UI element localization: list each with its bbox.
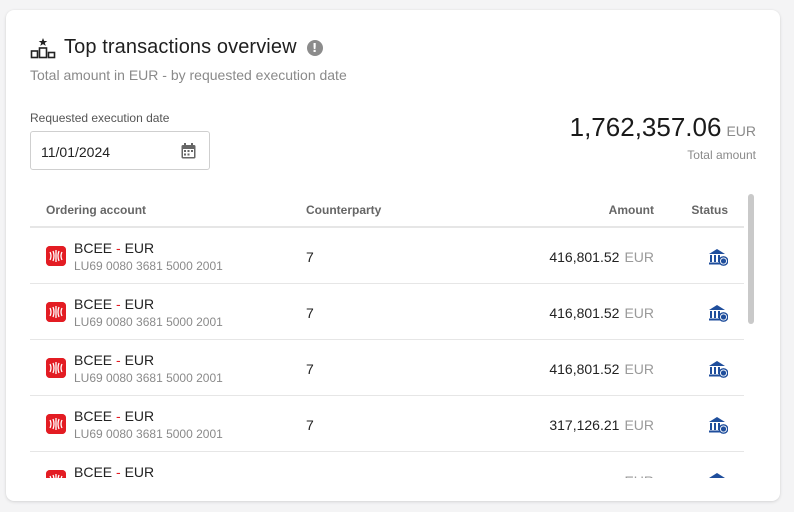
table-row[interactable]: BCEE - EUR LU69 0080 3681 5000 2001 7 416,8… — [30, 228, 744, 284]
podium-icon — [30, 37, 56, 58]
account-name: BCEE - EUR — [74, 464, 154, 478]
account-name: BCEE - EUR — [74, 240, 154, 256]
account-separator: - — [112, 408, 125, 424]
account-name: BCEE - EUR — [74, 352, 154, 368]
counterparty-value: 7 — [306, 417, 314, 433]
account-bank: BCEE — [74, 296, 113, 312]
table-row[interactable]: BCEE - EUR LU69 0080 3681 5000 2001 7 416,8… — [30, 340, 744, 396]
total-amount-label: Total amount — [687, 148, 756, 162]
column-header-status[interactable]: Status — [691, 203, 728, 217]
info-icon[interactable]: ! — [306, 39, 323, 56]
account-iban: LU69 0080 3681 5000 2001 — [74, 315, 223, 329]
account-currency: EUR — [124, 296, 155, 312]
account-iban: LU69 0080 3681 5000 2001 — [74, 371, 223, 385]
amount-value: 416,801.52 EUR — [549, 361, 654, 377]
bank-pending-icon[interactable] — [708, 472, 728, 478]
account-name: BCEE - EUR — [74, 408, 154, 424]
execution-date-value: 11/01/2024 — [41, 144, 111, 160]
counterparty-value: 7 — [306, 305, 314, 321]
amount-value: 416,801.52 EUR — [549, 305, 654, 321]
table-header: Ordering account Counterparty Amount Sta… — [30, 194, 744, 228]
bcee-bank-logo-icon — [46, 414, 66, 434]
total-amount: 1,762,357.06 EUR — [570, 112, 756, 143]
account-iban: LU69 0080 3681 5000 2001 — [74, 427, 223, 441]
calendar-icon[interactable] — [181, 143, 196, 159]
bcee-bank-logo-icon — [46, 246, 66, 266]
bcee-bank-logo-icon — [46, 358, 66, 378]
column-header-counterparty[interactable]: Counterparty — [306, 203, 381, 217]
amount-number: 317,126.21 — [549, 417, 620, 433]
top-transactions-card: Top transactions overview ! Total amount… — [6, 10, 780, 501]
bank-pending-icon[interactable] — [708, 360, 729, 378]
account-bank: BCEE — [74, 240, 113, 256]
amount-currency: EUR — [624, 305, 654, 321]
amount-number: 416,801.52 — [549, 361, 620, 377]
bcee-bank-logo-icon — [46, 302, 66, 322]
account-separator: - — [112, 240, 125, 256]
table-row[interactable]: BCEE - EUR LU69 0080 3681 5000 2001 7 317,1… — [30, 396, 744, 452]
table-scrollbar-thumb[interactable] — [748, 194, 754, 324]
amount-number: 416,801.52 — [549, 305, 620, 321]
bank-pending-icon[interactable] — [708, 416, 729, 434]
execution-date-input[interactable]: 11/01/2024 — [30, 131, 210, 170]
amount-value: 416,801.52 EUR — [549, 249, 654, 265]
table-row[interactable]: BCEE - EUR LU69 0080 3681 5000 2001 7 416,8… — [30, 284, 744, 340]
bank-pending-icon[interactable] — [708, 248, 729, 266]
account-separator: - — [112, 464, 125, 478]
account-currency: EUR — [124, 240, 155, 256]
account-separator: - — [112, 352, 125, 368]
card-title: Top transactions overview — [64, 36, 297, 58]
account-bank: BCEE — [74, 352, 113, 368]
amount-value: 317,126.21 EUR — [549, 417, 654, 433]
counterparty-value: 7 — [306, 361, 314, 377]
bcee-bank-logo-icon — [46, 470, 66, 478]
amount-currency: EUR — [624, 473, 654, 478]
account-bank: BCEE — [74, 408, 113, 424]
card-header: Top transactions overview ! — [30, 36, 323, 59]
account-separator: - — [112, 296, 125, 312]
table-row[interactable]: BCEE - EURLU69 0080 3681 5000 2001EUR — [30, 452, 744, 478]
table-body: BCEE - EUR LU69 0080 3681 5000 2001 7 416,8… — [30, 228, 744, 478]
account-currency: EUR — [124, 352, 155, 368]
amount-currency: EUR — [624, 249, 654, 265]
amount-currency: EUR — [624, 417, 654, 433]
date-filter-label: Requested execution date — [30, 111, 170, 125]
column-header-amount[interactable]: Amount — [609, 203, 654, 217]
counterparty-value: 7 — [306, 249, 314, 265]
total-amount-value: 1,762,357.06 — [569, 112, 722, 142]
column-header-ordering-account[interactable]: Ordering account — [46, 203, 146, 217]
bank-pending-icon[interactable] — [708, 304, 729, 322]
account-name: BCEE - EUR — [74, 296, 154, 312]
table-scrollbar[interactable] — [748, 194, 756, 478]
amount-number: 416,801.52 — [549, 249, 620, 265]
account-currency: EUR — [124, 408, 155, 424]
account-iban: LU69 0080 3681 5000 2001 — [74, 259, 223, 273]
amount-value: EUR — [619, 473, 654, 478]
total-amount-currency: EUR — [726, 123, 756, 139]
card-subtitle: Total amount in EUR - by requested execu… — [30, 67, 347, 83]
account-currency: EUR — [124, 464, 155, 478]
account-bank: BCEE — [74, 464, 113, 478]
amount-currency: EUR — [624, 361, 654, 377]
transactions-table: Ordering account Counterparty Amount Sta… — [30, 194, 744, 478]
